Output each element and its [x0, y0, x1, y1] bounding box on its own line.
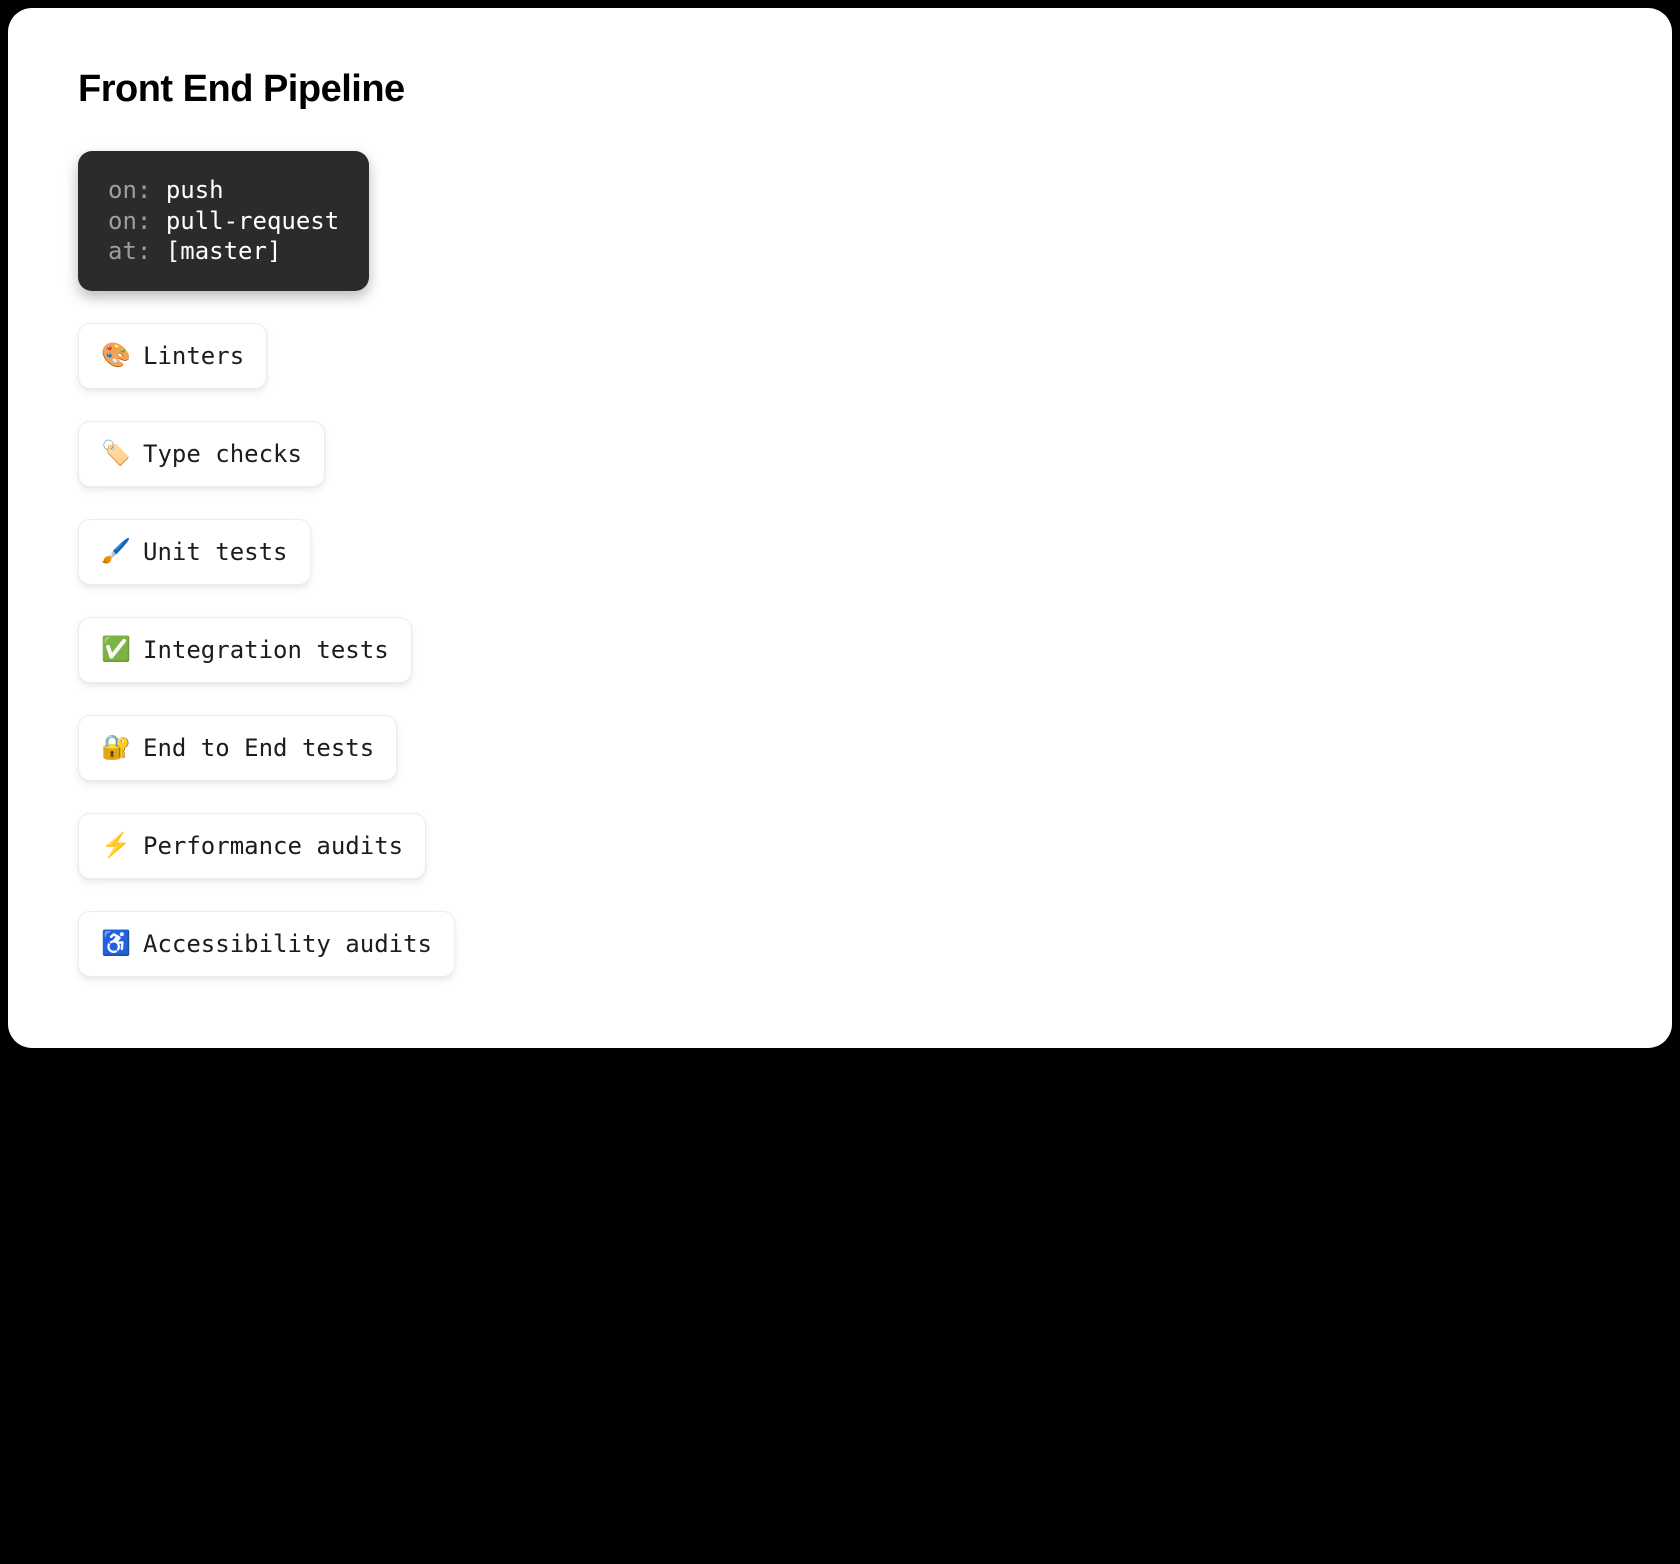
pipeline-stack: on: push on: pull-request at: [master] 🎨… [78, 151, 1602, 977]
trigger-row: on: push [108, 175, 339, 206]
step-label: Unit tests [143, 538, 288, 566]
step-unit-tests: 🖌️ Unit tests [78, 519, 311, 585]
step-type-checks: 🏷️ Type checks [78, 421, 325, 487]
step-label: Performance audits [143, 832, 403, 860]
step-label: End to End tests [143, 734, 374, 762]
accessibility-icon: ♿ [101, 932, 129, 956]
step-accessibility-audits: ♿ Accessibility audits [78, 911, 455, 977]
trigger-key: on: [108, 207, 151, 235]
pipeline-panel: Front End Pipeline on: push on: pull-req… [8, 8, 1672, 1048]
step-label: Linters [143, 342, 244, 370]
step-label: Type checks [143, 440, 302, 468]
trigger-key: at: [108, 237, 151, 265]
lightning-icon: ⚡ [101, 834, 129, 858]
trigger-row: on: pull-request [108, 206, 339, 237]
page-title: Front End Pipeline [78, 68, 1602, 111]
step-performance-audits: ⚡ Performance audits [78, 813, 426, 879]
step-e2e-tests: 🔐 End to End tests [78, 715, 397, 781]
step-linters: 🎨 Linters [78, 323, 267, 389]
palette-icon: 🎨 [101, 344, 129, 368]
brush-icon: 🖌️ [101, 540, 129, 564]
trigger-card: on: push on: pull-request at: [master] [78, 151, 369, 291]
trigger-key: on: [108, 176, 151, 204]
step-label: Accessibility audits [143, 930, 432, 958]
step-integration-tests: ✅ Integration tests [78, 617, 412, 683]
trigger-value: [master] [166, 237, 282, 265]
lock-icon: 🔐 [101, 736, 129, 760]
trigger-value: push [166, 176, 224, 204]
trigger-value: pull-request [166, 207, 339, 235]
check-icon: ✅ [101, 638, 129, 662]
step-label: Integration tests [143, 636, 389, 664]
trigger-row: at: [master] [108, 236, 339, 267]
label-tag-icon: 🏷️ [101, 442, 129, 466]
